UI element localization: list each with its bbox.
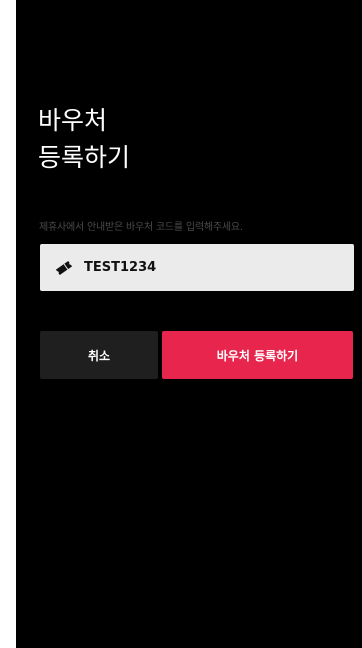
page-title: 바우처 등록하기	[38, 102, 130, 176]
voucher-register-screen: 바우처 등록하기 제휴사에서 안내받은 바우처 코드를 입력해주세요. 취소 바…	[16, 0, 362, 648]
cancel-button[interactable]: 취소	[40, 331, 158, 379]
voucher-code-field[interactable]	[40, 244, 354, 291]
voucher-hint-text: 제휴사에서 안내받은 바우처 코드를 입력해주세요.	[39, 222, 243, 233]
register-voucher-button-label: 바우처 등록하기	[216, 348, 299, 363]
register-voucher-button[interactable]: 바우처 등록하기	[162, 331, 353, 379]
cancel-button-label: 취소	[87, 348, 111, 363]
voucher-code-input[interactable]	[84, 260, 324, 275]
page-title-line-2: 등록하기	[38, 143, 131, 172]
ticket-icon	[55, 260, 73, 275]
page-title-line-1: 바우처	[38, 106, 108, 135]
